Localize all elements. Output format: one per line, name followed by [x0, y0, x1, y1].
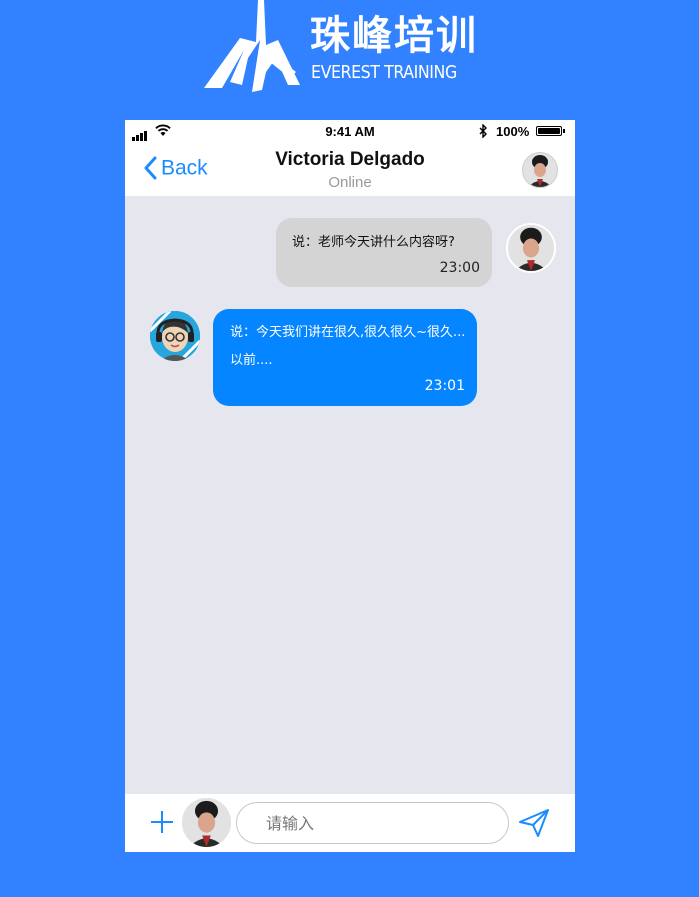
brand-name-en: EVEREST TRAINING: [311, 62, 457, 83]
contact-name: Victoria Delgado: [275, 149, 425, 170]
battery-tip: [563, 129, 565, 133]
send-icon[interactable]: [518, 808, 550, 838]
brand-name-cn: 珠峰培训: [310, 13, 478, 59]
brand-logo: 珠峰培训 EVEREST TRAINING: [200, 0, 500, 100]
battery-percent: 100%: [496, 124, 530, 139]
message-text: 说：今天我们讲在很久,很久很久~很久...以前....: [230, 325, 466, 368]
bluetooth-icon: [479, 124, 487, 138]
message-time: 23:00: [439, 260, 480, 276]
mountain-logo-icon: [204, 0, 300, 92]
woman-avatar-icon: [523, 153, 557, 187]
composer-bar: [125, 794, 575, 852]
contact-avatar[interactable]: [522, 152, 558, 188]
phone-screen: 9:41 AM 100% Back Victoria Delgado Onlin…: [125, 120, 575, 852]
message-bubble-incoming: 说：今天我们讲在很久,很久很久~很久...以前.... 23:01: [213, 309, 477, 406]
contact-status: Online: [328, 174, 372, 191]
status-bar: 9:41 AM 100%: [125, 120, 575, 142]
message-bubble-outgoing: 说：老师今天讲什么内容呀? 23:00: [276, 218, 492, 287]
woman-avatar-icon: [182, 798, 231, 847]
message-input[interactable]: [236, 802, 509, 844]
battery-icon: [536, 126, 562, 136]
message-time: 23:01: [424, 378, 465, 394]
chat-header: Back Victoria Delgado Online: [125, 142, 575, 196]
woman-avatar-icon: [508, 225, 554, 271]
sender-avatar[interactable]: [506, 223, 556, 273]
user-avatar[interactable]: [182, 798, 231, 847]
message-text: 说：老师今天讲什么内容呀?: [292, 235, 455, 250]
cartoon-man-avatar-icon: [150, 311, 200, 361]
teacher-avatar[interactable]: [150, 311, 200, 361]
plus-icon[interactable]: [151, 810, 175, 834]
